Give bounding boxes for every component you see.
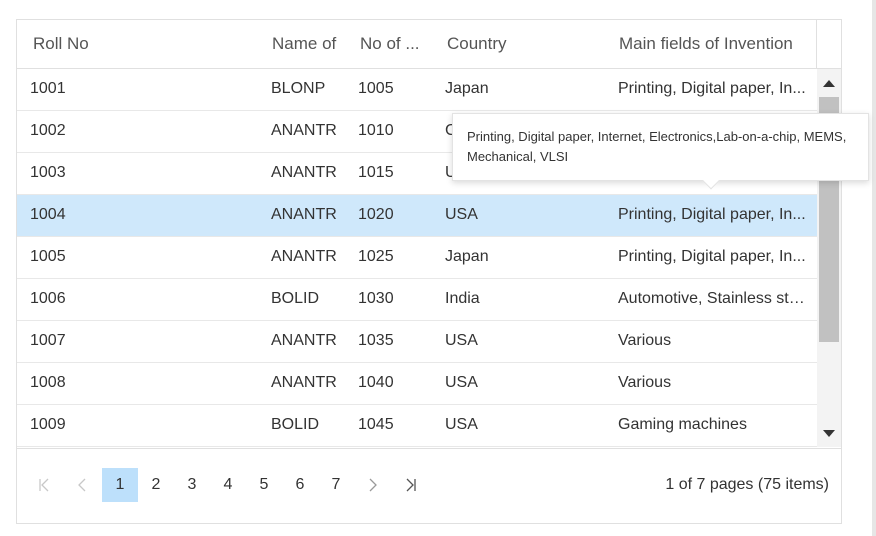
table-row[interactable]: 1009 BOLID 1045 USA Gaming machines [17, 405, 817, 447]
cell-name-of[interactable]: BOLID [271, 405, 351, 446]
cell-country[interactable]: Japan [445, 69, 605, 110]
table-row[interactable]: 1001 BLONP 1005 Japan Printing, Digital … [17, 69, 817, 111]
cell-main-fields[interactable]: Various [618, 363, 808, 404]
first-page-button[interactable] [26, 468, 62, 502]
cell-country[interactable]: USA [445, 363, 605, 404]
page-button-4[interactable]: 4 [210, 468, 246, 502]
cell-roll-no[interactable]: 1004 [30, 195, 260, 236]
cell-roll-no[interactable]: 1001 [30, 69, 260, 110]
cell-main-fields[interactable]: Printing, Digital paper, In... [618, 237, 808, 278]
scroll-down-button[interactable] [817, 421, 841, 445]
pager-info: 1 of 7 pages (75 items) [665, 476, 829, 493]
table-row-selected[interactable]: 1004 ANANTR 1020 USA Printing, Digital p… [17, 195, 817, 237]
column-header-main-fields[interactable]: Main fields of Invention [619, 20, 815, 68]
page-scrollbar[interactable] [872, 0, 876, 536]
cell-no-of[interactable]: 1015 [358, 153, 438, 194]
page-button-1[interactable]: 1 [102, 468, 138, 502]
cell-name-of[interactable]: ANANTR [271, 237, 351, 278]
cell-country[interactable]: USA [445, 321, 605, 362]
cell-country[interactable]: India [445, 279, 605, 320]
caret-down-icon [823, 429, 835, 437]
cell-roll-no[interactable]: 1005 [30, 237, 260, 278]
cell-main-fields[interactable]: Printing, Digital paper, In... [618, 69, 808, 110]
last-page-button[interactable] [393, 468, 429, 502]
page-button-5[interactable]: 5 [246, 468, 282, 502]
cell-roll-no[interactable]: 1007 [30, 321, 260, 362]
caret-up-icon [823, 79, 835, 87]
grid-header: Roll No Name of No of ... Country Main f… [17, 20, 841, 69]
cell-roll-no[interactable]: 1009 [30, 405, 260, 446]
page-button-7[interactable]: 7 [318, 468, 354, 502]
cell-roll-no[interactable]: 1002 [30, 111, 260, 152]
cell-no-of[interactable]: 1035 [358, 321, 438, 362]
column-header-no-of[interactable]: No of ... [360, 20, 440, 68]
column-header-country[interactable]: Country [447, 20, 607, 68]
cell-name-of[interactable]: ANANTR [271, 321, 351, 362]
cell-name-of[interactable]: ANANTR [271, 195, 351, 236]
header-scrollbar-spacer [816, 20, 841, 68]
cell-country[interactable]: Japan [445, 237, 605, 278]
column-header-roll-no[interactable]: Roll No [33, 20, 253, 68]
first-page-icon [39, 478, 49, 492]
cell-no-of[interactable]: 1010 [358, 111, 438, 152]
cell-no-of[interactable]: 1020 [358, 195, 438, 236]
cell-no-of[interactable]: 1040 [358, 363, 438, 404]
tooltip-text: Printing, Digital paper, Internet, Elect… [467, 129, 847, 164]
cell-country[interactable]: USA [445, 405, 605, 446]
column-header-name-of[interactable]: Name of [272, 20, 352, 68]
cell-no-of[interactable]: 1005 [358, 69, 438, 110]
table-row[interactable]: 1005 ANANTR 1025 Japan Printing, Digital… [17, 237, 817, 279]
cell-no-of[interactable]: 1025 [358, 237, 438, 278]
cell-name-of[interactable]: ANANTR [271, 111, 351, 152]
scroll-up-button[interactable] [817, 71, 841, 95]
cell-main-fields[interactable]: Automotive, Stainless ste... [618, 279, 808, 320]
cell-no-of[interactable]: 1045 [358, 405, 438, 446]
page-button-3[interactable]: 3 [174, 468, 210, 502]
next-page-icon [369, 478, 377, 492]
cell-main-fields[interactable]: Gaming machines [618, 405, 808, 446]
cell-name-of[interactable]: BOLID [271, 279, 351, 320]
cell-name-of[interactable]: ANANTR [271, 153, 351, 194]
previous-page-button[interactable] [64, 468, 100, 502]
pager: 1 2 3 4 5 6 7 1 of 7 pages (75 items) [17, 448, 841, 523]
data-grid: Roll No Name of No of ... Country Main f… [16, 19, 842, 524]
page-button-6[interactable]: 6 [282, 468, 318, 502]
cell-name-of[interactable]: BLONP [271, 69, 351, 110]
table-row[interactable]: 1006 BOLID 1030 India Automotive, Stainl… [17, 279, 817, 321]
cell-roll-no[interactable]: 1003 [30, 153, 260, 194]
cell-no-of[interactable]: 1030 [358, 279, 438, 320]
cell-main-fields[interactable]: Various [618, 321, 808, 362]
cell-main-fields[interactable]: Printing, Digital paper, In... [618, 195, 808, 236]
table-row[interactable]: 1007 ANANTR 1035 USA Various [17, 321, 817, 363]
table-row[interactable]: 1008 ANANTR 1040 USA Various [17, 363, 817, 405]
last-page-icon [406, 478, 416, 492]
next-page-button[interactable] [355, 468, 391, 502]
cell-roll-no[interactable]: 1008 [30, 363, 260, 404]
cell-roll-no[interactable]: 1006 [30, 279, 260, 320]
previous-page-icon [78, 478, 86, 492]
page-button-2[interactable]: 2 [138, 468, 174, 502]
cell-tooltip: Printing, Digital paper, Internet, Elect… [452, 113, 869, 190]
cell-country[interactable]: USA [445, 195, 605, 236]
cell-name-of[interactable]: ANANTR [271, 363, 351, 404]
